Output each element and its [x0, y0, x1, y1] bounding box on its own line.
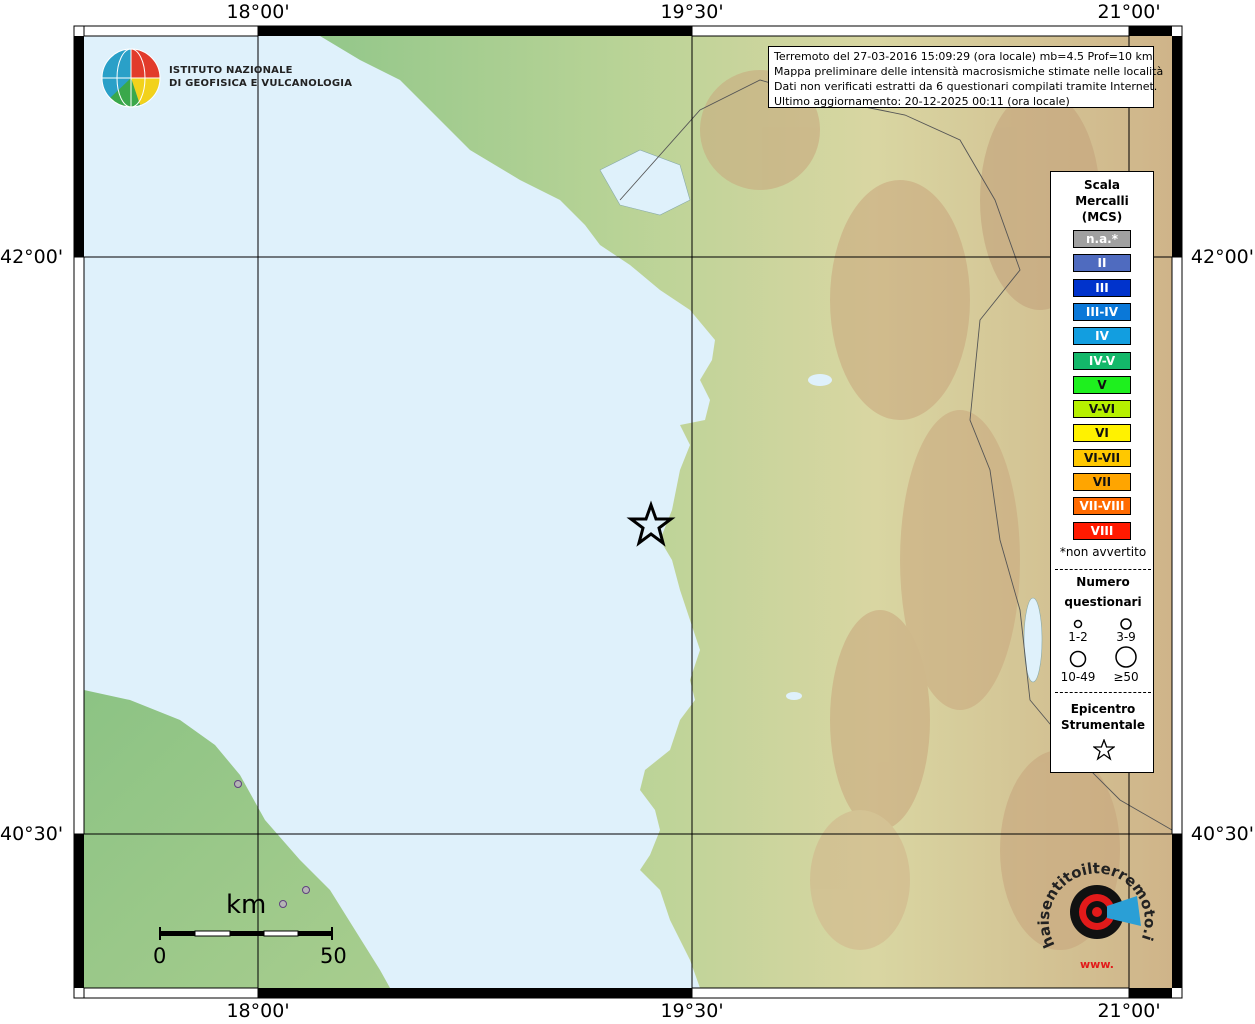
- ingv-logo-icon: [101, 48, 161, 108]
- info-line-4: Ultimo aggiornamento: 20-12-2025 00:11 (…: [774, 95, 1070, 108]
- intensity-legend: Scala Mercalli (MCS) n.a.* II III III-IV IV I…: [1050, 171, 1154, 773]
- legend-divider: [1055, 569, 1151, 570]
- legend-swatch: VII-VIII: [1073, 497, 1131, 516]
- event-info-box: Terremoto del 27-03-2016 15:09:29 (ora l…: [768, 46, 1164, 108]
- legend-swatch: II: [1073, 254, 1131, 273]
- lat-tick-label: 42°00': [0, 246, 64, 268]
- legend-title-line: (MCS): [1081, 210, 1123, 224]
- haisentitoilterremoto-logo-icon[interactable]: haisentitoilterremoto.it www.: [1037, 850, 1157, 970]
- scale-unit: km: [226, 890, 267, 920]
- scale-start: 0: [153, 944, 167, 968]
- legend-swatch: IV-V: [1073, 351, 1131, 370]
- lat-tick-label: 40°30': [1190, 823, 1254, 845]
- legend-swatch: V: [1073, 375, 1131, 394]
- legend-swatch: VI: [1073, 424, 1131, 443]
- legend-swatch: VI-VII: [1073, 448, 1131, 467]
- q-size-label: 1-2: [1068, 630, 1088, 644]
- lon-tick-label: 21°00': [1097, 1, 1161, 23]
- questionnaire-title-line: Numero: [1076, 575, 1130, 589]
- questionnaire-marker[interactable]: [234, 780, 242, 788]
- legend-title-line: Mercalli: [1075, 194, 1129, 208]
- lon-tick-label: 19°30': [660, 1000, 724, 1022]
- lon-tick-label: 21°00': [1097, 1000, 1161, 1022]
- legend-swatch: n.a.*: [1073, 230, 1131, 248]
- legend-swatch: V-VI: [1073, 400, 1131, 419]
- lat-tick-label: 40°30': [0, 823, 64, 845]
- lat-tick-label: 42°00': [1190, 246, 1254, 268]
- legend-swatch: IV: [1073, 327, 1131, 346]
- info-line-1: Terremoto del 27-03-2016 15:09:29 (ora l…: [774, 50, 1153, 63]
- lon-tick-label: 18°00': [226, 1, 290, 23]
- brand-url-mark: www.: [1080, 958, 1114, 970]
- questionnaire-title-line: questionari: [1064, 595, 1142, 609]
- epicenter-title-line: Strumentale: [1060, 718, 1146, 732]
- q-size-label: 3-9: [1116, 630, 1136, 644]
- logo-line-2: DI GEOFISICA E VULCANOLOGIA: [169, 78, 353, 89]
- scale-end: 50: [320, 944, 347, 968]
- lon-tick-label: 19°30': [660, 1, 724, 23]
- ingv-logo-text: ISTITUTO NAZIONALE DI GEOFISICA E VULCAN…: [169, 64, 352, 90]
- lon-tick-label: 18°00': [226, 1000, 290, 1022]
- q-size-label: ≥50: [1113, 670, 1139, 684]
- not-felt-note: *non avvertito: [1059, 545, 1147, 559]
- info-line-3: Dati non verificati estratti da 6 questi…: [774, 80, 1158, 93]
- legend-swatch: III: [1073, 278, 1131, 297]
- legend-swatch: III-IV: [1073, 302, 1131, 321]
- lake-small-2: [786, 692, 802, 700]
- questionnaire-marker[interactable]: [302, 886, 310, 894]
- epicenter-title: Epicentro Strumentale: [1051, 701, 1155, 733]
- legend-title: Scala Mercalli (MCS): [1051, 177, 1153, 225]
- questionnaire-marker[interactable]: [279, 900, 287, 908]
- legend-star-icon: [1093, 739, 1115, 761]
- info-line-2: Mappa preliminare delle intensità macros…: [774, 65, 1164, 78]
- epicenter-title-line: Epicentro: [1070, 702, 1136, 716]
- legend-swatch: VIII: [1073, 521, 1131, 540]
- questionnaire-title: Numero questionari: [1051, 574, 1155, 610]
- logo-line-1: ISTITUTO NAZIONALE: [169, 65, 293, 76]
- lake-small: [808, 374, 832, 386]
- q-size-label: 10-49: [1060, 670, 1096, 684]
- legend-title-line: Scala: [1083, 178, 1121, 192]
- legend-divider: [1055, 692, 1151, 693]
- legend-swatch: VII: [1073, 473, 1131, 491]
